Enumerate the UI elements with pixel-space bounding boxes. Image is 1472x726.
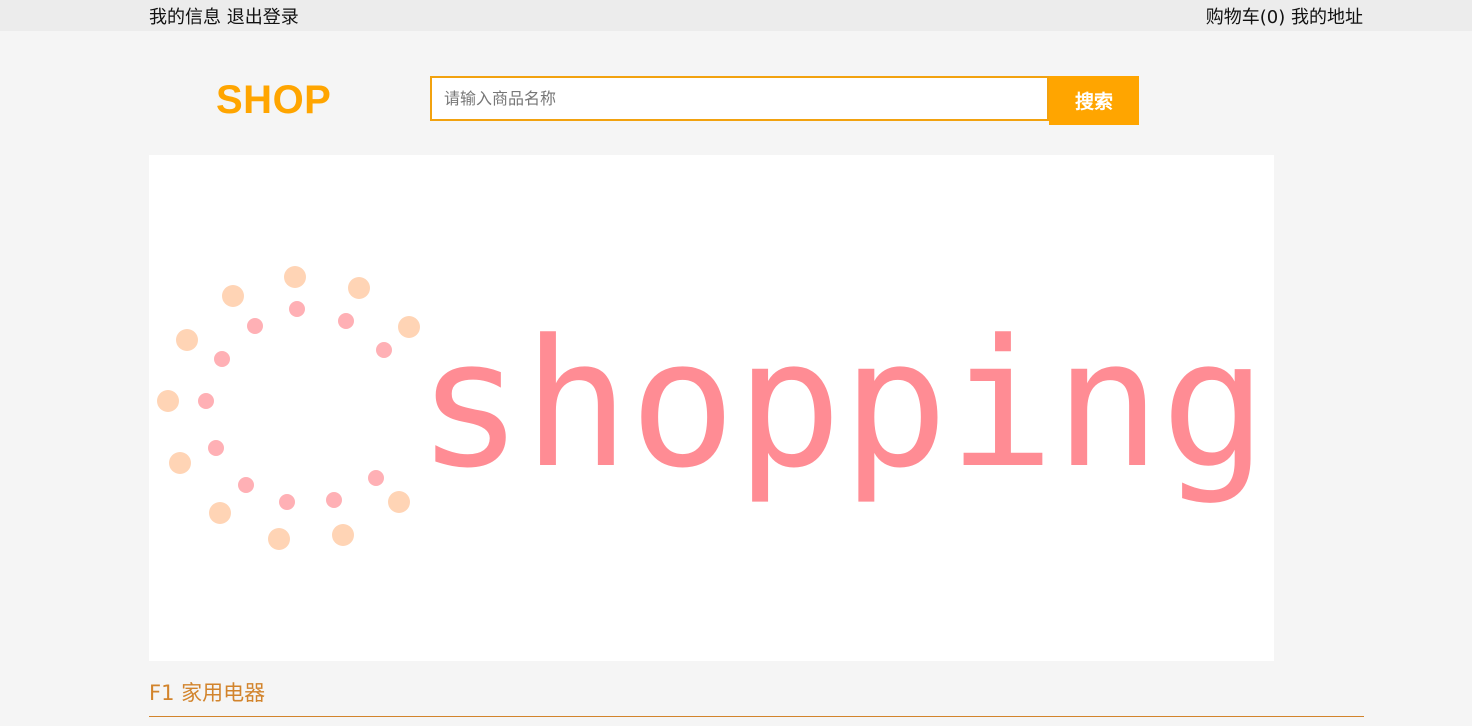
shopping-banner-graphic: shopping [157,266,1267,550]
search-button[interactable]: 搜索 [1049,76,1139,125]
top-bar-right: 购物车(0) 我的地址 [1206,3,1363,29]
floor-title: F1 家用电器 [149,681,266,705]
my-info-link[interactable]: 我的信息 [149,7,221,28]
cart-link[interactable]: 购物车(0) [1206,7,1286,28]
search-input[interactable] [430,76,1049,121]
floor-divider [149,716,1364,717]
dot-ring-inner [198,301,392,510]
logout-link[interactable]: 退出登录 [227,7,299,28]
shop-logo[interactable]: SHOP [216,78,331,123]
top-bar-left: 我的信息 退出登录 [149,3,299,29]
banner-word: shopping [417,302,1267,507]
banner-image[interactable]: shopping [149,155,1274,661]
top-bar: 我的信息 退出登录 购物车(0) 我的地址 [0,0,1472,31]
my-address-link[interactable]: 我的地址 [1291,7,1363,28]
